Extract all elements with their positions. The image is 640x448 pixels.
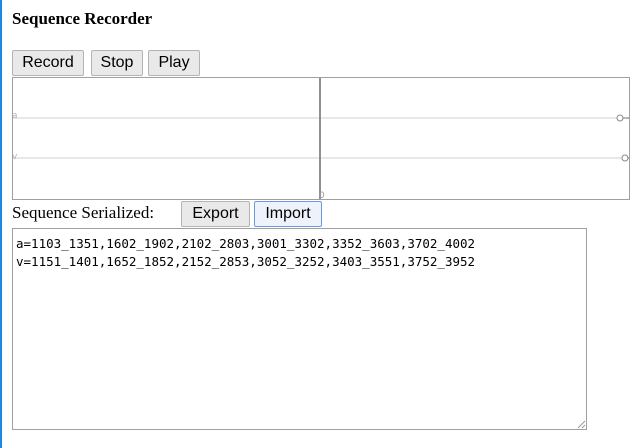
serialized-textarea[interactable]: a=1103_1351,1602_1902,2102_2803,3001_330… — [12, 228, 587, 430]
play-button[interactable]: Play — [148, 50, 200, 76]
stop-button[interactable]: Stop — [91, 50, 143, 76]
segment-v-0[interactable] — [621, 154, 629, 162]
window-edge — [0, 0, 2, 448]
track-label-v: v — [13, 152, 18, 162]
track-label-a: a — [13, 111, 18, 121]
segment-a-2[interactable] — [628, 115, 629, 121]
resize-grip-icon[interactable] — [577, 420, 586, 429]
segment-a-0[interactable] — [616, 114, 628, 122]
page-title: Sequence Recorder — [12, 9, 153, 28]
segment-v-2[interactable] — [628, 155, 629, 161]
segment-start-marker — [621, 154, 629, 162]
export-button[interactable]: Export — [181, 201, 250, 227]
segments-layer — [616, 114, 629, 162]
segment-start-marker — [616, 114, 624, 122]
playhead-origin-label: 0 — [319, 191, 325, 199]
import-button[interactable]: Import — [254, 201, 322, 227]
serialized-label: Sequence Serialized: — [12, 203, 155, 222]
timeline-canvas[interactable]: a v 0 — [13, 78, 629, 199]
sequence-timeline[interactable]: a v 0 — [12, 77, 630, 200]
record-button[interactable]: Record — [12, 50, 84, 76]
